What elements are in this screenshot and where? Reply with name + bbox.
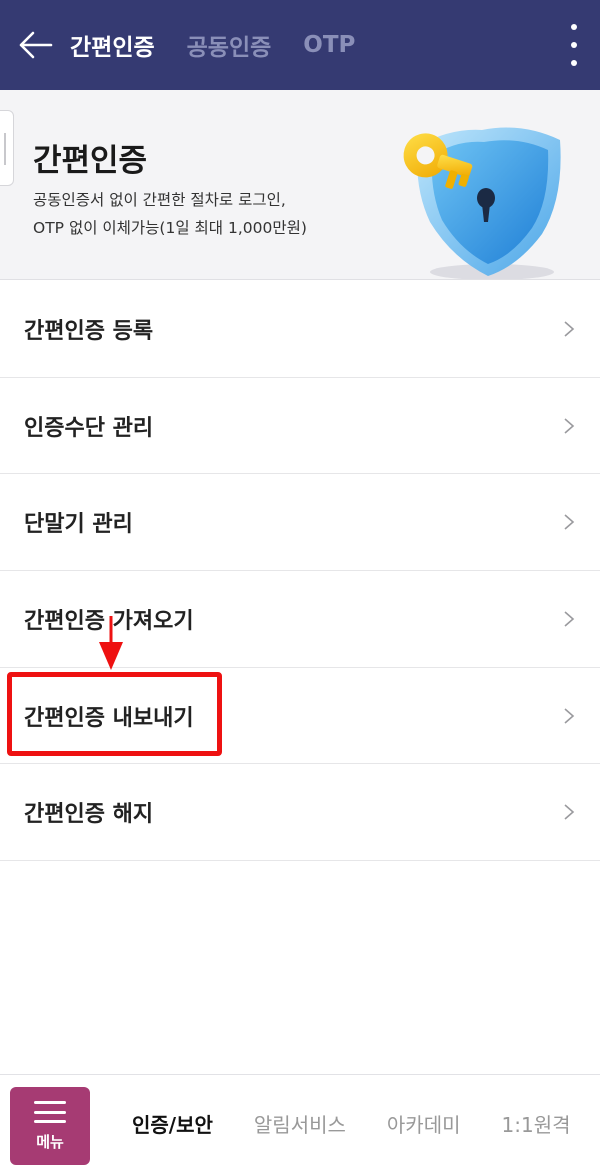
menu-button[interactable]: 메뉴 [10, 1087, 90, 1165]
side-drawer-handle[interactable] [0, 110, 14, 186]
menu-item-label: 간편인증 등록 [24, 318, 154, 344]
chevron-right-icon [564, 321, 575, 337]
menu-item-import[interactable]: 간편인증 가져오기 [0, 571, 600, 668]
bottom-nav: 메뉴 인증/보안 알림서비스 아카데미 1:1원격 [0, 1074, 600, 1170]
chevron-right-icon [564, 804, 575, 820]
intro-banner: 간편인증 공동인증서 없이 간편한 절차로 로그인, OTP 없이 이체가능(1… [0, 90, 600, 280]
screen: 간편인증 공동인증 OTP 간편인증 공동인증서 없이 간편한 절차로 로그인,… [0, 0, 600, 1170]
more-vertical-icon[interactable] [562, 24, 586, 66]
menu-button-label: 메뉴 [36, 1133, 64, 1151]
menu-item-cancel[interactable]: 간편인증 해지 [0, 764, 600, 862]
bottom-tab-remote-support[interactable]: 1:1원격 [502, 1109, 571, 1138]
menu-item-label: 인증수단 관리 [24, 415, 154, 441]
menu-item-register[interactable]: 간편인증 등록 [0, 281, 600, 378]
menu-item-auth-methods[interactable]: 인증수단 관리 [0, 378, 600, 475]
tab-joint-certificate[interactable]: 공동인증 [187, 28, 272, 62]
chevron-right-icon [564, 417, 575, 434]
menu-list: 간편인증 등록 인증수단 관리 단말기 관리 간편인증 가져오기 간편인증 내보… [0, 281, 600, 862]
menu-item-devices[interactable]: 단말기 관리 [0, 474, 600, 572]
chevron-right-icon [564, 514, 575, 530]
bottom-tab-academy[interactable]: 아카데미 [387, 1109, 461, 1138]
menu-item-export[interactable]: 간편인증 내보내기 [0, 668, 600, 765]
menu-item-label: 간편인증 내보내기 [24, 705, 194, 731]
banner-desc-line2: OTP 없이 이체가능(1일 최대 1,000만원) [33, 219, 307, 237]
header-tabs: 간편인증 공동인증 OTP [70, 0, 387, 90]
banner-title: 간편인증 [33, 143, 148, 179]
tab-otp[interactable]: OTP [303, 32, 355, 58]
top-bar: 간편인증 공동인증 OTP [0, 0, 600, 90]
menu-item-label: 단말기 관리 [24, 512, 133, 538]
banner-description: 공동인증서 없이 간편한 절차로 로그인, OTP 없이 이체가능(1일 최대 … [33, 186, 307, 242]
bottom-tab-notification-service[interactable]: 알림서비스 [254, 1109, 346, 1138]
back-button[interactable] [0, 0, 70, 90]
hamburger-icon [34, 1101, 66, 1123]
bottom-tabs: 인증/보안 알림서비스 아카데미 1:1원격 [132, 1075, 600, 1170]
arrow-left-icon [19, 31, 53, 59]
menu-item-label: 간편인증 해지 [24, 802, 154, 828]
menu-item-label: 간편인증 가져오기 [24, 608, 194, 634]
banner-desc-line1: 공동인증서 없이 간편한 절차로 로그인, [33, 191, 286, 209]
chevron-right-icon [564, 611, 575, 627]
tab-simple-auth[interactable]: 간편인증 [70, 28, 155, 62]
chevron-right-icon [564, 707, 575, 724]
bottom-tab-auth-security[interactable]: 인증/보안 [132, 1109, 213, 1138]
key-shield-icon [403, 127, 561, 279]
